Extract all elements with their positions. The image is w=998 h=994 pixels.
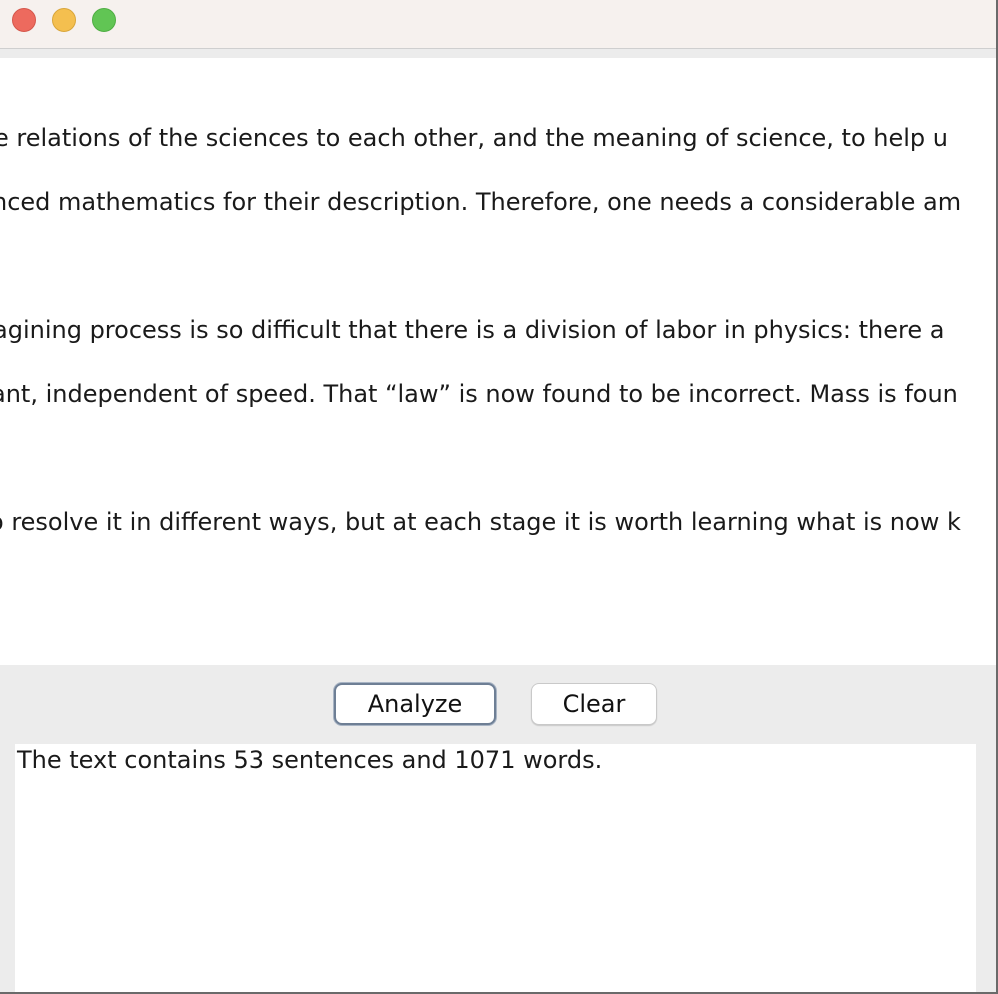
close-window-button[interactable]	[12, 8, 36, 32]
minimize-window-button[interactable]	[52, 8, 76, 32]
text-line: ant, independent of speed. That “law” is…	[0, 380, 958, 408]
app-window: e relations of the sciences to each othe…	[0, 0, 998, 994]
clear-button[interactable]: Clear	[531, 683, 657, 725]
analyze-button[interactable]: Analyze	[334, 683, 496, 725]
title-bar	[0, 0, 996, 49]
text-line: e relations of the sciences to each othe…	[0, 124, 948, 152]
result-text: The text contains 53 sentences and 1071 …	[17, 746, 603, 774]
result-text-area[interactable]: The text contains 53 sentences and 1071 …	[15, 744, 976, 992]
input-text-area[interactable]: e relations of the sciences to each othe…	[0, 58, 996, 665]
text-line: o resolve it in different ways, but at e…	[0, 508, 961, 536]
text-line: nced mathematics for their description. …	[0, 188, 962, 216]
maximize-window-button[interactable]	[92, 8, 116, 32]
text-line: agining process is so difficult that the…	[0, 316, 945, 344]
button-bar: Analyze Clear	[0, 665, 996, 740]
